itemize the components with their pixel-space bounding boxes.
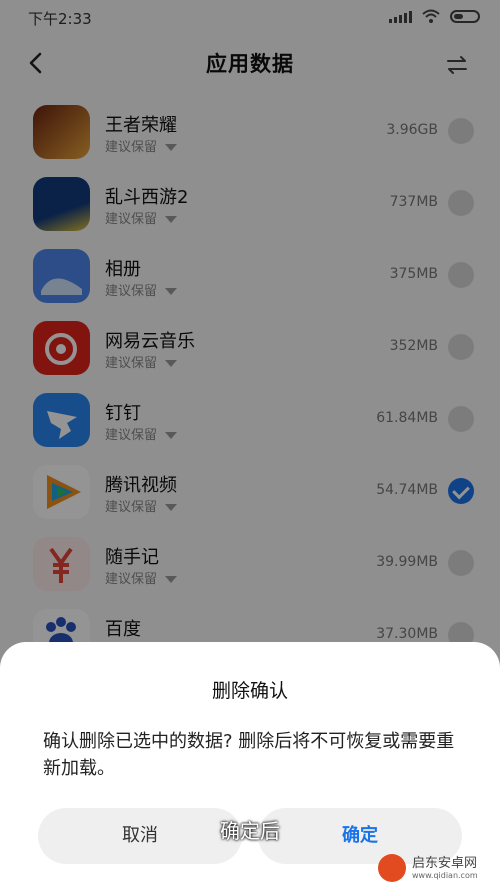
watermark-logo-icon [378,854,406,882]
watermark-line2: www.qidian.com [412,870,478,880]
dialog-title: 删除确认 [211,680,288,702]
overlay-caption: 确定后 [220,819,280,843]
watermark: 启东安卓网 www.qidian.com [378,850,498,886]
watermark-line1: 启东安卓网 [412,855,478,871]
dialog-message: 确认删除已选中的数据? 删除后将不可恢复或需要重新加载。 [43,731,455,779]
